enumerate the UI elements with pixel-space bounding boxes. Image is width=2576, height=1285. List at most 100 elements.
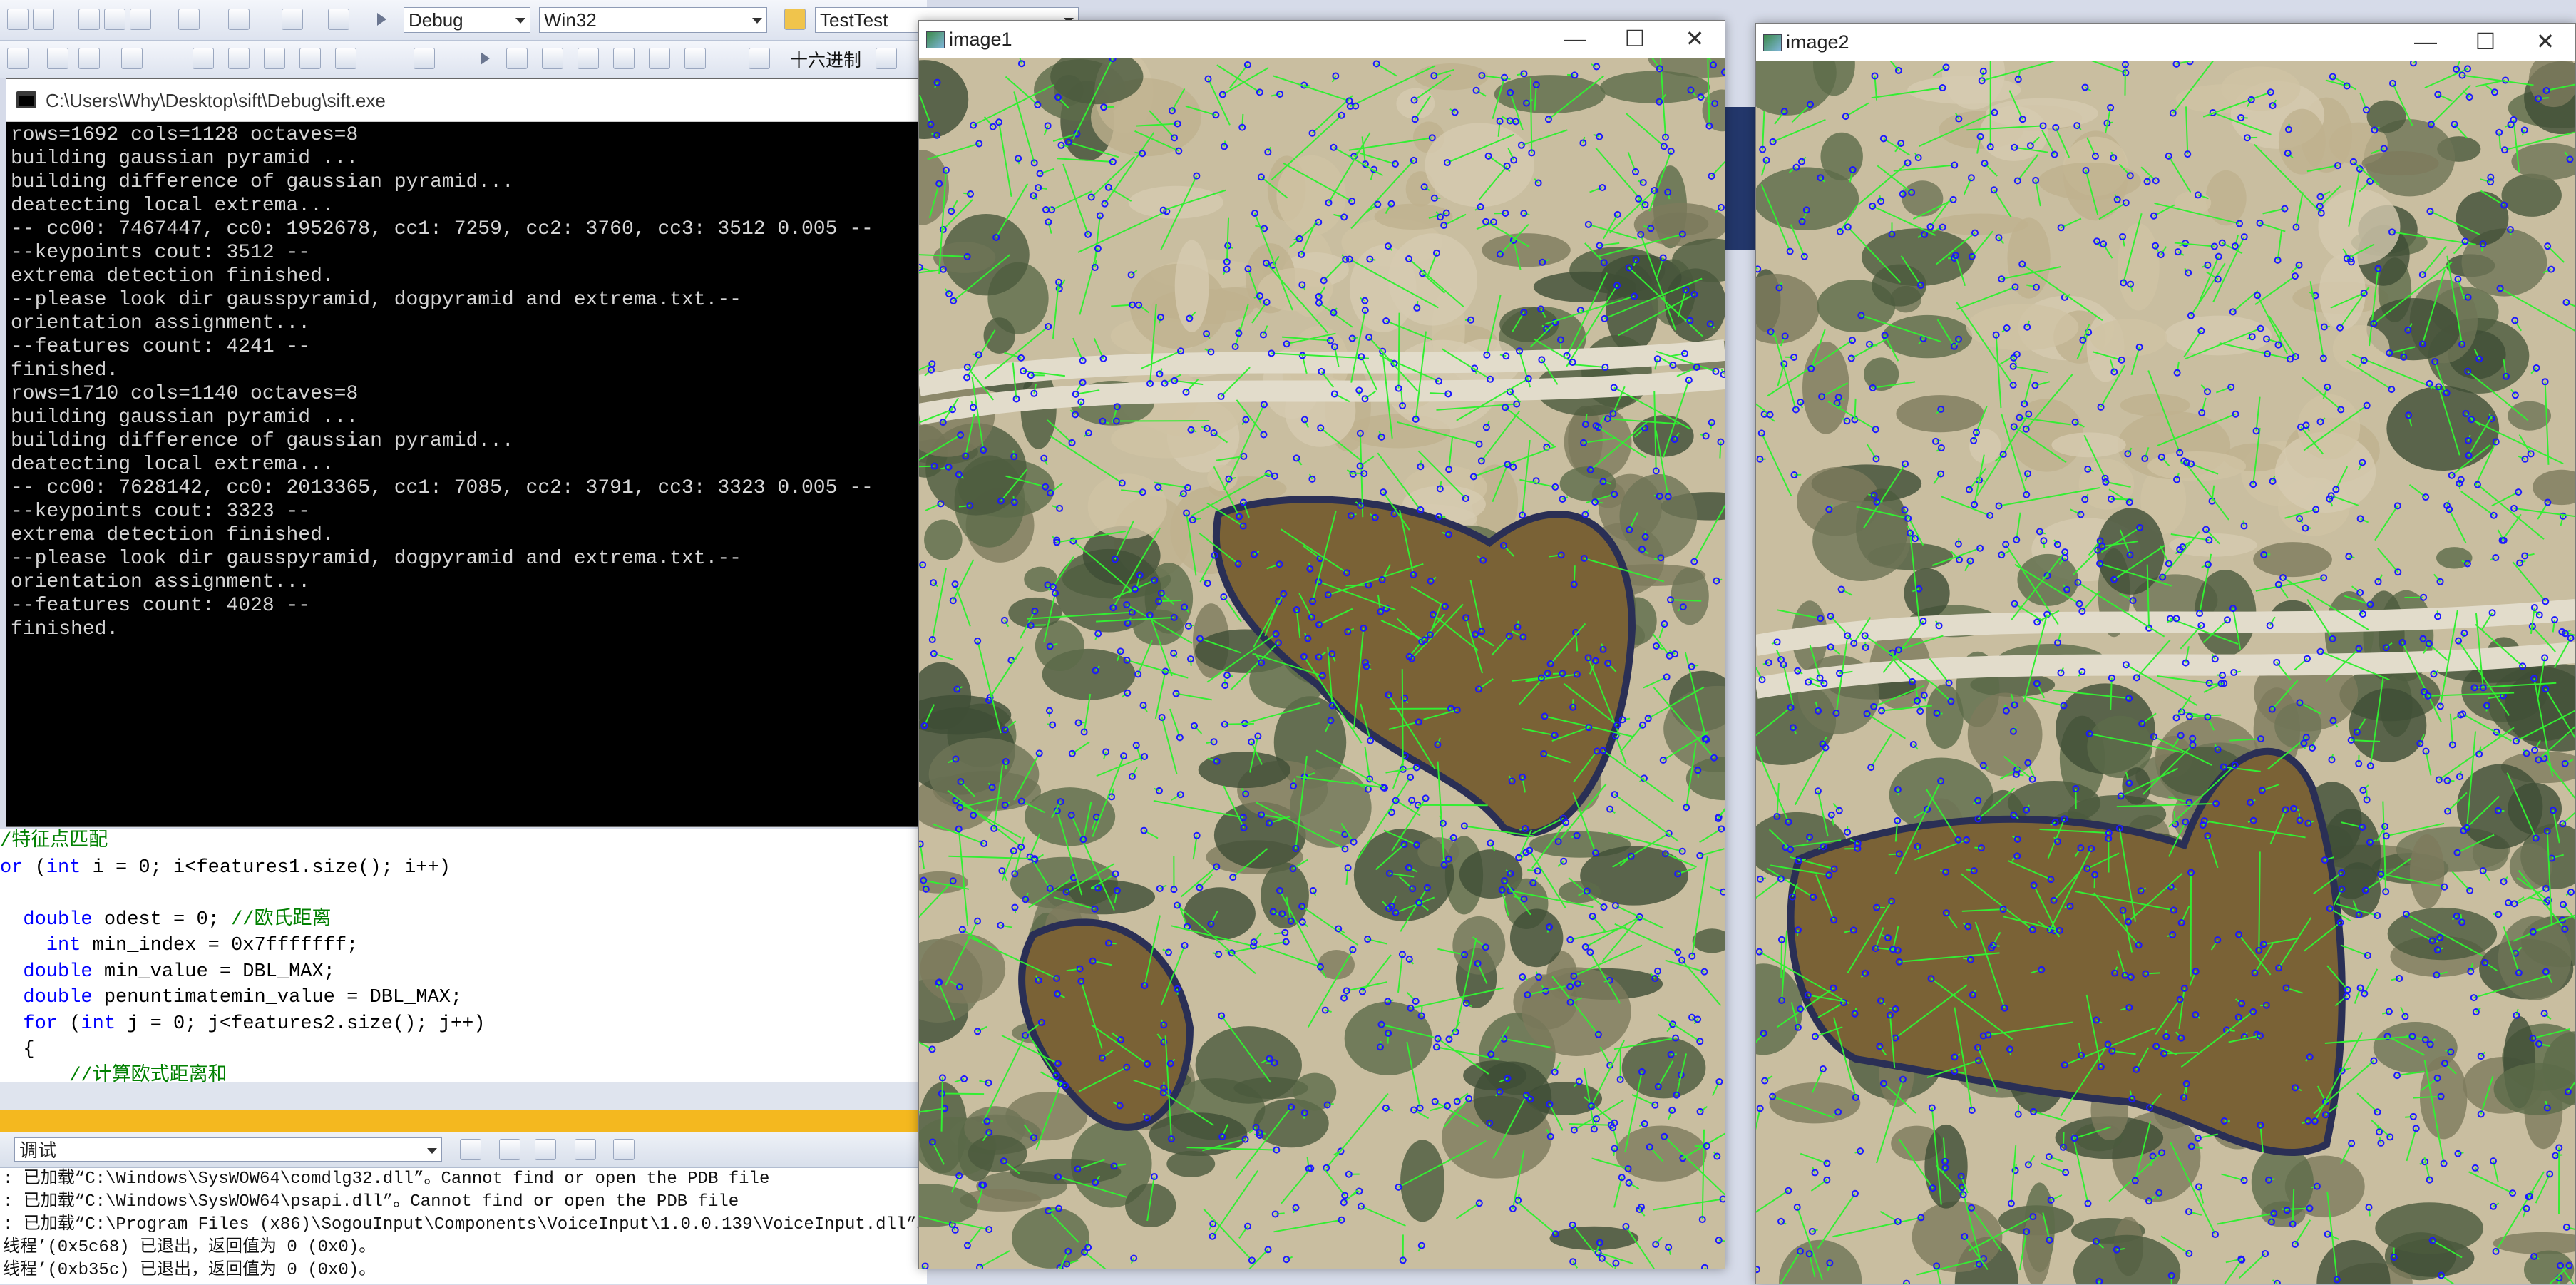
console-line: --keypoints cout: 3512 -- <box>11 241 920 265</box>
undo-icon[interactable] <box>178 9 200 30</box>
vegetation-patch <box>1600 71 1710 103</box>
find-message-icon[interactable] <box>460 1139 481 1160</box>
save-all-icon[interactable] <box>33 9 54 30</box>
code-line: //计算欧式距离和 <box>0 1063 927 1082</box>
vegetation-patch <box>1088 473 1167 539</box>
maximize-button[interactable]: ☐ <box>1605 21 1665 58</box>
restart-icon[interactable] <box>578 48 599 69</box>
vegetation-patch <box>1966 304 2079 350</box>
next-message-icon[interactable] <box>535 1139 556 1160</box>
comment-icon[interactable] <box>78 48 100 69</box>
find-icon[interactable] <box>784 9 806 30</box>
vegetation-patch <box>1802 342 1849 434</box>
console-window[interactable]: C:\Users\Why\Desktop\sift\Debug\sift.exe… <box>6 78 925 827</box>
vegetation-patch <box>924 520 963 560</box>
close-button[interactable]: ✕ <box>2515 24 2575 61</box>
minimize-button[interactable]: — <box>2396 24 2456 61</box>
navigate-forward-icon[interactable] <box>328 9 349 30</box>
image1-window[interactable]: image1 — ☐ ✕ <box>918 20 1725 1269</box>
image2-title-bar[interactable]: image2 — ☐ ✕ <box>1756 24 2575 61</box>
code-editor[interactable]: /特征点匹配or (int i = 0; i<features1.size();… <box>0 829 927 1082</box>
redo-icon[interactable] <box>228 9 250 30</box>
vegetation-patch <box>1149 1112 1248 1156</box>
hexadecimal-toggle[interactable]: 十六进制 <box>790 46 861 72</box>
vegetation-patch <box>2318 189 2400 265</box>
vegetation-patch <box>2436 547 2473 568</box>
console-line: finished. <box>11 359 920 382</box>
vegetation-patch <box>1318 950 1355 980</box>
toggle-word-wrap-icon[interactable] <box>613 1139 635 1160</box>
maximize-button[interactable]: ☐ <box>2456 24 2515 61</box>
step-over-icon[interactable] <box>684 48 706 69</box>
console-line: finished. <box>11 618 920 641</box>
output-source-select[interactable]: 调试 <box>14 1137 442 1162</box>
start-debugging-icon[interactable] <box>371 9 392 30</box>
keypoint-orientation <box>1242 114 1243 128</box>
show-next-statement-icon[interactable] <box>613 48 635 69</box>
panel-splitter[interactable] <box>0 1110 927 1132</box>
keypoint-orientation <box>1225 724 1254 725</box>
bookmark-icon[interactable] <box>193 48 214 69</box>
keypoint-orientation <box>942 1077 943 1131</box>
console-line: rows=1710 cols=1140 octaves=8 <box>11 382 920 406</box>
vegetation-patch <box>2375 1202 2483 1254</box>
copy-icon[interactable] <box>104 9 125 30</box>
vegetation-patch <box>2457 764 2542 849</box>
configuration-select[interactable]: Debug <box>404 7 530 33</box>
vegetation-patch <box>2501 174 2561 217</box>
code-line: double penuntimatemin_value = DBL_MAX; <box>0 985 927 1011</box>
console-title-bar[interactable]: C:\Users\Why\Desktop\sift\Debug\sift.exe <box>6 79 925 122</box>
platform-select[interactable]: Win32 <box>539 7 767 33</box>
console-output: rows=1692 cols=1128 octaves=8building ga… <box>6 122 925 828</box>
save-icon[interactable] <box>7 9 29 30</box>
bookmark-clear-icon[interactable] <box>335 48 356 69</box>
paste-icon[interactable] <box>130 9 151 30</box>
minimize-button[interactable]: — <box>1545 21 1605 58</box>
vegetation-patch <box>1396 88 1435 119</box>
bookmark-prev-icon[interactable] <box>228 48 250 69</box>
console-line: building difference of gaussian pyramid.… <box>11 170 920 194</box>
keypoint-orientation <box>1402 669 1403 769</box>
console-line: building difference of gaussian pyramid.… <box>11 429 920 453</box>
image2-keypoints <box>1756 61 2575 1284</box>
clear-all-icon[interactable] <box>575 1139 596 1160</box>
cut-icon[interactable] <box>78 9 100 30</box>
navigate-back-icon[interactable] <box>282 9 303 30</box>
vegetation-patch <box>920 933 1005 1003</box>
vegetation-patch <box>1111 419 1221 458</box>
vegetation-patch <box>1415 63 1488 90</box>
uncomment-icon[interactable] <box>121 48 143 69</box>
vegetation-patch <box>1199 752 1290 788</box>
break-all-icon[interactable] <box>506 48 528 69</box>
close-button[interactable]: ✕ <box>1665 21 1725 58</box>
vegetation-patch <box>1499 307 1559 342</box>
bookmark-folder-icon[interactable] <box>299 48 321 69</box>
continue-icon[interactable] <box>474 48 496 69</box>
image1-title-bar[interactable]: image1 — ☐ ✕ <box>919 21 1725 58</box>
vegetation-patch <box>1864 357 1899 391</box>
vegetation-patch <box>1417 837 1459 866</box>
vegetation-patch <box>1671 568 1709 625</box>
breakpoint-icon[interactable] <box>876 48 897 69</box>
prev-message-icon[interactable] <box>499 1139 520 1160</box>
remove-bookmarks-icon[interactable] <box>414 48 435 69</box>
vegetation-patch <box>2456 191 2509 245</box>
vegetation-patch <box>2253 542 2332 577</box>
vegetation-patch <box>1400 1140 1444 1222</box>
editor-horizontal-scrollbar[interactable] <box>0 1082 927 1110</box>
code-line <box>0 881 927 907</box>
keypoint-orientation <box>2043 541 2044 548</box>
keypoint-orientation <box>1613 1148 1614 1156</box>
console-line: deatecting local extrema... <box>11 453 920 476</box>
step-out-icon[interactable] <box>749 48 770 69</box>
step-into-icon[interactable] <box>649 48 670 69</box>
image2-window[interactable]: image2 — ☐ ✕ <box>1755 23 2576 1284</box>
vegetation-patch <box>968 1135 1027 1172</box>
vegetation-patch <box>2319 255 2366 329</box>
outdent-icon[interactable] <box>47 48 68 69</box>
keypoint-orientation <box>1399 313 1400 389</box>
stop-debugging-icon[interactable] <box>542 48 563 69</box>
bookmark-next-icon[interactable] <box>264 48 285 69</box>
keypoint-orientation <box>1388 1033 1389 1044</box>
indent-icon[interactable] <box>7 48 29 69</box>
